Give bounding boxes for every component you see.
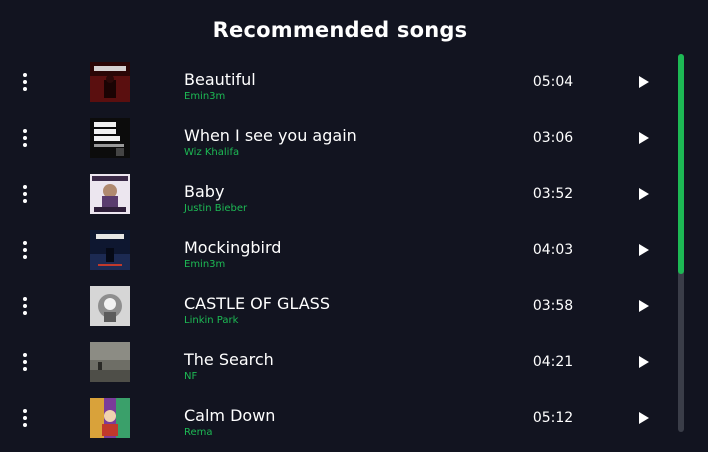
recommended-songs-panel: Recommended songs Beautiful Emin3m 05:04: [0, 0, 708, 452]
song-artist[interactable]: Linkin Park: [184, 315, 238, 327]
play-icon[interactable]: [634, 185, 652, 203]
album-cover: [90, 398, 130, 438]
song-title[interactable]: The Search: [184, 350, 274, 370]
song-duration: 05:04: [532, 74, 574, 90]
more-options-icon[interactable]: [18, 185, 32, 203]
more-options-icon[interactable]: [18, 241, 32, 259]
play-icon[interactable]: [634, 129, 652, 147]
song-row[interactable]: When I see you again Wiz Khalifa 03:06: [0, 110, 676, 166]
album-cover: [90, 118, 130, 158]
song-row[interactable]: Baby Justin Bieber 03:52: [0, 166, 676, 222]
song-title[interactable]: Beautiful: [184, 70, 256, 90]
album-cover: [90, 286, 130, 326]
song-artist[interactable]: Emin3m: [184, 91, 225, 103]
song-row[interactable]: Calm Down Rema 05:12: [0, 390, 676, 446]
song-duration: 03:52: [532, 186, 574, 202]
play-icon[interactable]: [634, 297, 652, 315]
play-icon[interactable]: [634, 353, 652, 371]
song-artist[interactable]: NF: [184, 371, 197, 383]
more-options-icon[interactable]: [18, 353, 32, 371]
song-title[interactable]: CASTLE OF GLASS: [184, 294, 330, 314]
song-duration: 03:58: [532, 298, 574, 314]
song-row[interactable]: Mockingbird Emin3m 04:03: [0, 222, 676, 278]
song-row[interactable]: Beautiful Emin3m 05:04: [0, 54, 676, 110]
song-artist[interactable]: Emin3m: [184, 259, 225, 271]
song-artist[interactable]: Wiz Khalifa: [184, 147, 239, 159]
song-title[interactable]: Mockingbird: [184, 238, 281, 258]
more-options-icon[interactable]: [18, 129, 32, 147]
play-icon[interactable]: [634, 73, 652, 91]
song-artist[interactable]: Justin Bieber: [184, 203, 247, 215]
song-artist[interactable]: Rema: [184, 427, 213, 439]
play-icon[interactable]: [634, 409, 652, 427]
album-cover: [90, 342, 130, 382]
song-row[interactable]: The Search NF 04:21: [0, 334, 676, 390]
song-title[interactable]: Calm Down: [184, 406, 275, 426]
scrollbar[interactable]: [678, 54, 684, 432]
song-list[interactable]: Beautiful Emin3m 05:04 When I see you ag…: [0, 54, 676, 452]
album-cover: [90, 62, 130, 102]
song-title[interactable]: Baby: [184, 182, 224, 202]
song-duration: 03:06: [532, 130, 574, 146]
song-duration: 05:12: [532, 410, 574, 426]
album-cover: [90, 230, 130, 270]
album-cover: [90, 174, 130, 214]
play-icon[interactable]: [634, 241, 652, 259]
page-title: Recommended songs: [212, 18, 468, 42]
scrollbar-thumb[interactable]: [678, 54, 684, 274]
song-duration: 04:03: [532, 242, 574, 258]
more-options-icon[interactable]: [18, 297, 32, 315]
more-options-icon[interactable]: [18, 73, 32, 91]
more-options-icon[interactable]: [18, 409, 32, 427]
song-duration: 04:21: [532, 354, 574, 370]
song-row[interactable]: CASTLE OF GLASS Linkin Park 03:58: [0, 278, 676, 334]
song-title[interactable]: When I see you again: [184, 126, 357, 146]
